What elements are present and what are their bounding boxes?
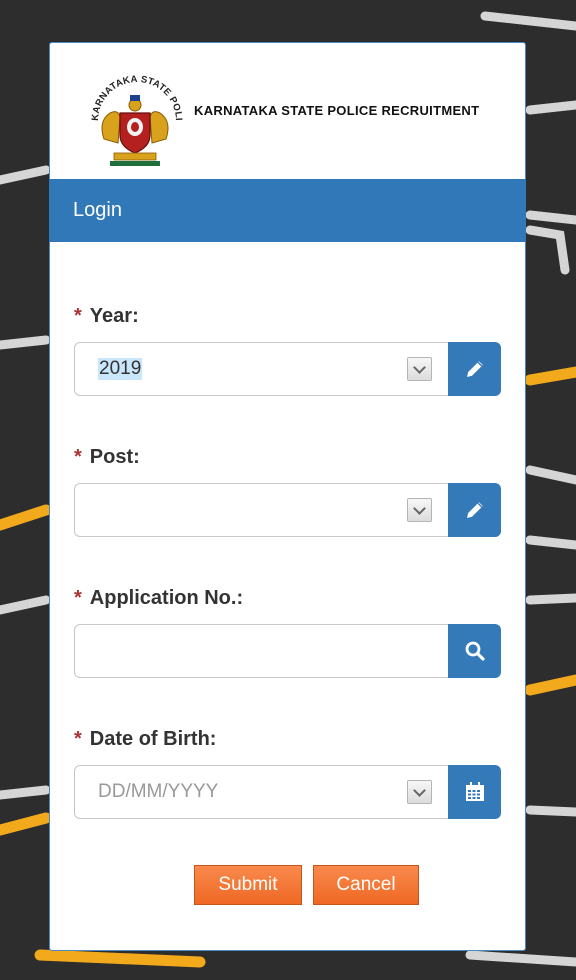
login-panel-heading: Login xyxy=(49,179,526,242)
required-asterisk: * xyxy=(74,446,82,468)
required-asterisk: * xyxy=(74,587,82,609)
year-label-text: Year: xyxy=(89,305,139,327)
post-input-group xyxy=(74,483,501,537)
brand-header: KARNATAKA STATE POLICE KARNATAKA STATE P… xyxy=(50,43,527,179)
post-select[interactable] xyxy=(74,483,449,537)
application-search-button[interactable] xyxy=(448,624,501,678)
dob-label-text: Date of Birth: xyxy=(89,728,217,750)
year-edit-button[interactable] xyxy=(448,342,501,396)
dob-label: * Date of Birth: xyxy=(74,728,216,751)
post-label: * Post: xyxy=(74,446,140,469)
year-selected-value: 2019 xyxy=(98,358,143,380)
application-no-input-group xyxy=(74,624,501,678)
calendar-icon xyxy=(465,782,484,801)
year-input-group: 2019 xyxy=(74,342,501,396)
application-no-label: * Application No.: xyxy=(74,587,243,610)
application-no-input[interactable] xyxy=(74,624,449,678)
required-asterisk: * xyxy=(74,728,82,750)
chevron-down-icon[interactable] xyxy=(407,357,432,381)
post-label-text: Post: xyxy=(89,446,140,468)
dob-placeholder: DD/MM/YYYY xyxy=(98,781,219,802)
application-no-label-text: Application No.: xyxy=(89,587,244,609)
submit-button[interactable]: Submit xyxy=(194,865,302,905)
search-icon xyxy=(465,641,485,661)
login-card: KARNATAKA STATE POLICE KARNATAKA STATE P… xyxy=(49,42,526,951)
year-label: * Year: xyxy=(74,305,139,328)
chevron-down-icon[interactable] xyxy=(407,780,432,804)
dob-input-group: DD/MM/YYYY xyxy=(74,765,501,819)
pencil-icon xyxy=(466,361,483,377)
brand-title: KARNATAKA STATE POLICE RECRUITMENT xyxy=(194,103,480,118)
dob-input[interactable]: DD/MM/YYYY xyxy=(74,765,449,819)
cancel-button[interactable]: Cancel xyxy=(313,865,419,905)
year-select[interactable]: 2019 xyxy=(74,342,449,396)
chevron-down-icon[interactable] xyxy=(407,498,432,522)
pencil-icon xyxy=(466,502,483,518)
post-edit-button[interactable] xyxy=(448,483,501,537)
police-emblem-logo: KARNATAKA STATE POLICE xyxy=(84,69,184,166)
required-asterisk: * xyxy=(74,305,82,327)
dob-calendar-button[interactable] xyxy=(448,765,501,819)
